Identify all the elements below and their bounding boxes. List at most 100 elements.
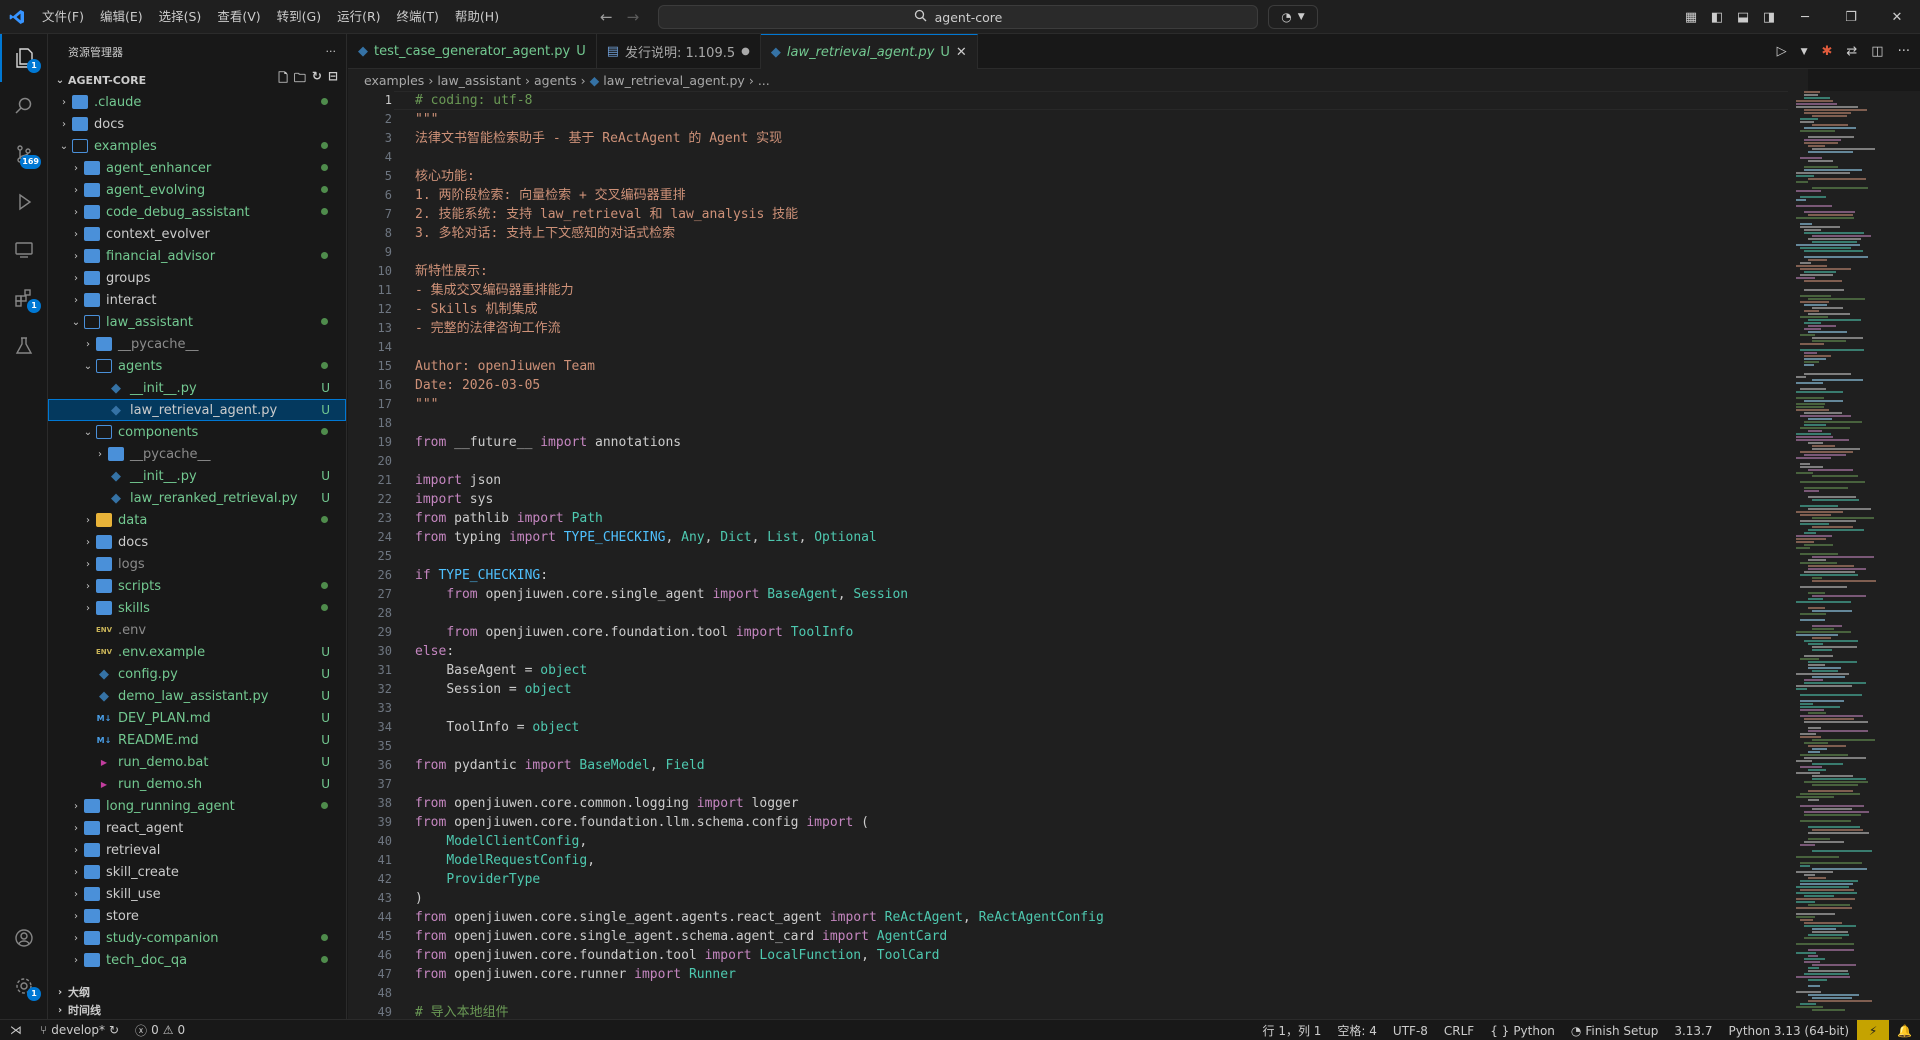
tree-file[interactable]: ENV .env <box>48 619 346 641</box>
toggle-panel-icon[interactable]: ⬓ <box>1730 0 1756 34</box>
menu-terminal[interactable]: 终端(T) <box>389 0 447 34</box>
tree-folder[interactable]: › financial_advisor <box>48 245 346 267</box>
tree-file[interactable]: ◆ __init__.py U <box>48 465 346 487</box>
tree-folder[interactable]: › agent_evolving <box>48 179 346 201</box>
tree-folder[interactable]: › interact <box>48 289 346 311</box>
split-editor-icon[interactable]: ◫ <box>1871 44 1883 59</box>
tree-folder[interactable]: › data <box>48 509 346 531</box>
breadcrumb-item[interactable]: agents <box>534 73 577 88</box>
menu-edit[interactable]: 编辑(E) <box>92 0 151 34</box>
minimize-icon[interactable]: ─ <box>1782 0 1828 34</box>
settings-gear-icon[interactable]: 1 <box>0 962 48 1010</box>
problems-indicator[interactable]: ⓧ 0 ⚠ 0 <box>127 1020 193 1040</box>
tree-file[interactable]: ◆ law_retrieval_agent.py U <box>48 399 346 421</box>
tree-file[interactable]: ◆ demo_law_assistant.py U <box>48 685 346 707</box>
indentation[interactable]: 空格: 4 <box>1329 1020 1385 1040</box>
restore-icon[interactable]: ❐ <box>1828 0 1874 34</box>
tree-folder[interactable]: › store <box>48 905 346 927</box>
toggle-sidebar-icon[interactable]: ◧ <box>1704 0 1730 34</box>
run-icon[interactable]: ▷ <box>1777 44 1787 59</box>
testing-flask-icon[interactable] <box>0 322 48 370</box>
tree-folder[interactable]: › react_agent <box>48 817 346 839</box>
compare-icon[interactable]: ⇄ <box>1846 44 1857 59</box>
collapse-all-icon[interactable]: ⊟ <box>328 69 338 90</box>
run-debug-icon[interactable] <box>0 178 48 226</box>
tree-folder[interactable]: › logs <box>48 553 346 575</box>
close-window-icon[interactable]: ✕ <box>1874 0 1920 34</box>
tree-folder[interactable]: › tech_doc_qa <box>48 949 346 971</box>
tree-folder[interactable]: › agent_enhancer <box>48 157 346 179</box>
editor-scrollbar[interactable] <box>1908 91 1920 1019</box>
menu-run[interactable]: 运行(R) <box>329 0 388 34</box>
customize-layout-icon[interactable]: ▦ <box>1678 0 1704 34</box>
tree-folder[interactable]: › long_running_agent <box>48 795 346 817</box>
tree-file[interactable]: ◆ __init__.py U <box>48 377 346 399</box>
menu-file[interactable]: 文件(F) <box>34 0 92 34</box>
extensions-icon[interactable]: 1 <box>0 274 48 322</box>
breadcrumb-item[interactable]: ... <box>758 73 770 88</box>
back-arrow-icon[interactable]: ← <box>600 8 613 26</box>
tree-folder[interactable]: › scripts <box>48 575 346 597</box>
tree-file[interactable]: ◆ config.py U <box>48 663 346 685</box>
tree-file[interactable]: ◆ law_reranked_retrieval.py U <box>48 487 346 509</box>
menu-view[interactable]: 查看(V) <box>209 0 268 34</box>
copilot-button[interactable]: ◔ ▼ <box>1268 5 1318 29</box>
command-center[interactable]: agent-core <box>658 5 1258 29</box>
tree-folder[interactable]: › __pycache__ <box>48 333 346 355</box>
chevron-down-icon[interactable]: ▼ <box>1801 47 1808 57</box>
code-editor[interactable]: 1 2 3 4 5 6 7 8 9 10 11 12 13 14 15 16 17 18 19 20 21 22 23 24 2… <box>348 91 1788 1019</box>
breadcrumb-item[interactable]: examples <box>364 73 424 88</box>
cursor-position[interactable]: 行 1，列 1 <box>1255 1020 1330 1040</box>
tree-folder[interactable]: ⌄ examples <box>48 135 346 157</box>
code-content[interactable]: # coding: utf-8 """ 法律文书智能检索助手 - 基于 ReActA… <box>415 91 1104 1019</box>
tree-folder[interactable]: › __pycache__ <box>48 443 346 465</box>
source-control-icon[interactable]: 169 <box>0 130 48 178</box>
tree-folder[interactable]: › retrieval <box>48 839 346 861</box>
tree-folder[interactable]: › docs <box>48 113 346 135</box>
git-branch[interactable]: ⑂ develop* ↻ <box>32 1020 127 1040</box>
breadcrumb-item[interactable]: law_retrieval_agent.py <box>603 73 745 88</box>
tree-folder[interactable]: › code_debug_assistant <box>48 201 346 223</box>
timeline-section[interactable]: › 时间线 <box>48 999 347 1021</box>
tree-file[interactable]: ▶ run_demo.bat U <box>48 751 346 773</box>
tab-release-notes[interactable]: ▤ 发行说明: 1.109.5 ● <box>597 34 761 69</box>
tab-test-case-generator[interactable]: ◆ test_case_generator_agent.py U <box>348 34 597 69</box>
more-actions-icon[interactable]: ··· <box>1898 44 1910 59</box>
tree-folder[interactable]: ⌄ agents <box>48 355 346 377</box>
accounts-icon[interactable] <box>0 914 48 962</box>
tree-folder[interactable]: › groups <box>48 267 346 289</box>
tree-folder[interactable]: › skill_use <box>48 883 346 905</box>
python-version[interactable]: 3.13.7 <box>1666 1020 1720 1040</box>
notifications-bell-icon[interactable]: 🔔 <box>1889 1020 1920 1040</box>
remote-indicator-icon[interactable]: ⋊ <box>0 1019 32 1040</box>
explorer-icon[interactable]: 1 <box>0 34 48 82</box>
tree-file[interactable]: M↓ README.md U <box>48 729 346 751</box>
tree-folder[interactable]: ⌄ components <box>48 421 346 443</box>
tree-folder[interactable]: ⌄ law_assistant <box>48 311 346 333</box>
debug-bug-icon[interactable]: ✱ <box>1821 44 1832 59</box>
tree-folder[interactable]: › .claude <box>48 91 346 113</box>
toggle-secondary-sidebar-icon[interactable]: ◨ <box>1756 0 1782 34</box>
more-actions-icon[interactable]: ··· <box>326 45 337 58</box>
new-file-icon[interactable]: 🗋 <box>278 69 288 90</box>
pylance-warning-icon[interactable]: ⚡ <box>1857 1020 1890 1040</box>
tree-folder[interactable]: › skills <box>48 597 346 619</box>
menu-selection[interactable]: 选择(S) <box>151 0 210 34</box>
finish-setup[interactable]: ◔ Finish Setup <box>1563 1020 1666 1040</box>
refresh-icon[interactable]: ↻ <box>312 69 322 90</box>
tree-folder[interactable]: › skill_create <box>48 861 346 883</box>
close-tab-icon[interactable]: ✕ <box>956 45 967 60</box>
end-of-line[interactable]: CRLF <box>1436 1020 1482 1040</box>
tree-folder[interactable]: › context_evolver <box>48 223 346 245</box>
tree-folder[interactable]: › docs <box>48 531 346 553</box>
minimap[interactable] <box>1788 91 1908 1019</box>
tab-law-retrieval-agent[interactable]: ◆ law_retrieval_agent.py U ✕ <box>760 34 978 69</box>
tree-folder[interactable]: › study-companion <box>48 927 346 949</box>
tree-file[interactable]: ENV .env.example U <box>48 641 346 663</box>
breadcrumb-item[interactable]: law_assistant <box>437 73 521 88</box>
language-mode[interactable]: { } Python <box>1482 1020 1563 1040</box>
encoding[interactable]: UTF-8 <box>1385 1020 1436 1040</box>
remote-explorer-icon[interactable] <box>0 226 48 274</box>
tree-file[interactable]: M↓ DEV_PLAN.md U <box>48 707 346 729</box>
menu-help[interactable]: 帮助(H) <box>447 0 507 34</box>
